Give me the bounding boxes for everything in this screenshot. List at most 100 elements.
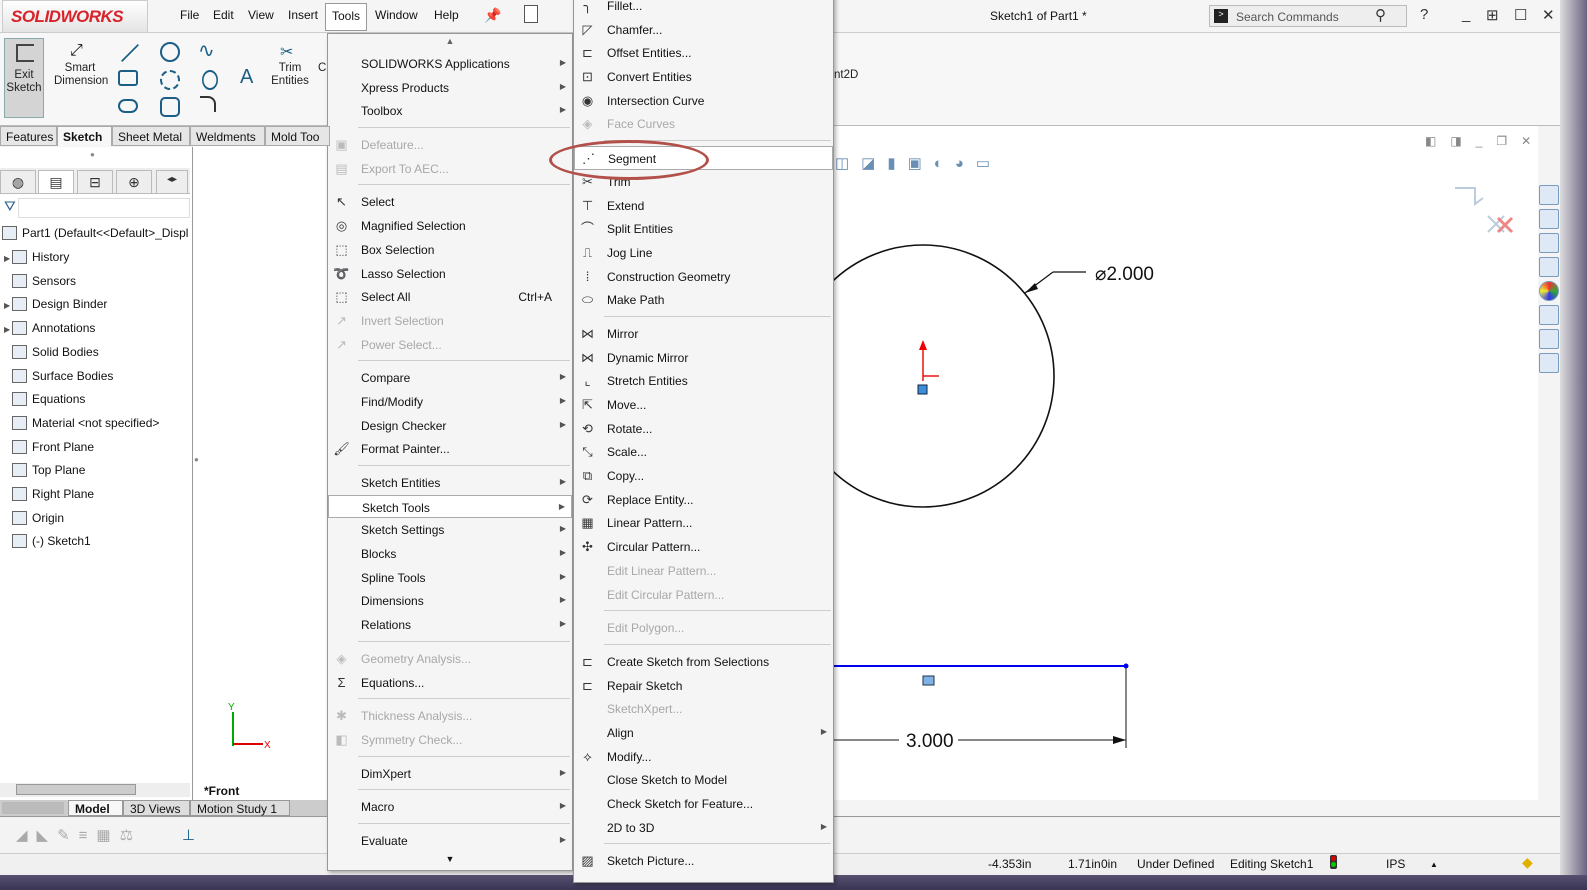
menu-item-construction-geometry[interactable]: ⁞ Construction Geometry <box>574 265 833 289</box>
trim-entities-button[interactable]: Trim Entities <box>268 62 312 88</box>
design-library-icon[interactable] <box>1539 209 1559 229</box>
menu-item-macro[interactable]: Macro ▶ <box>328 795 572 819</box>
tag-icon[interactable]: ◆ <box>1522 854 1533 871</box>
text-icon[interactable]: A <box>240 66 253 89</box>
menu-item-align[interactable]: Align ▶ <box>574 721 833 745</box>
diameter-dimension[interactable]: ⌀2.000 <box>1095 264 1154 285</box>
menu-item-rotate[interactable]: ⟲ Rotate... <box>574 417 833 441</box>
spline-icon[interactable]: ∿ <box>198 38 215 63</box>
menu-item-split-entities[interactable]: ⌒ Split Entities <box>574 217 833 241</box>
property-manager-tab-icon[interactable]: ▤ <box>38 170 74 194</box>
tab-weldments[interactable]: Weldments <box>190 126 265 146</box>
coincident-relation-icon[interactable] <box>917 384 928 395</box>
slot-icon[interactable] <box>118 99 138 113</box>
menu-edit[interactable]: Edit <box>213 8 234 22</box>
menu-item-stretch-entities[interactable]: ⌞ Stretch Entities <box>574 369 833 393</box>
menu-item-convert-entities[interactable]: ⊡ Convert Entities <box>574 65 833 89</box>
unit-menu-arrow-icon[interactable]: ▲ <box>1430 860 1438 869</box>
length-dimension[interactable]: 3.000 <box>906 731 954 752</box>
tree-item-design-binder[interactable]: ▶ Design Binder <box>0 292 192 316</box>
feature-manager-tab-icon[interactable]: ◍ <box>0 170 36 194</box>
tile-icon[interactable]: ⊞ <box>1486 6 1499 24</box>
expand-arrow-icon[interactable]: ▶ <box>0 254 12 263</box>
menu-scroll-down-icon[interactable]: ▼ <box>328 854 572 868</box>
menu-item-select-all[interactable]: ⬚ Select All Ctrl+A <box>328 285 572 309</box>
menu-item-relations[interactable]: Relations ▶ <box>328 613 572 637</box>
menu-window[interactable]: Window <box>375 8 418 22</box>
tree-item-material-not-specified[interactable]: Material <not specified> <box>0 411 192 435</box>
menu-item-make-path[interactable]: ⬭ Make Path <box>574 288 833 312</box>
file-explorer-icon[interactable] <box>1539 233 1559 253</box>
configuration-manager-tab-icon[interactable]: ⊟ <box>77 170 113 194</box>
solidworks-resources-icon[interactable] <box>1539 329 1559 349</box>
sketch-fillet-icon[interactable] <box>200 96 216 112</box>
menu-item-jog-line[interactable]: ⎍ Jog Line <box>574 241 833 265</box>
tree-item-annotations[interactable]: ▶ Annotations <box>0 316 192 340</box>
menu-item-design-checker[interactable]: Design Checker ▶ <box>328 414 572 438</box>
menu-item-copy[interactable]: ⧉ Copy... <box>574 464 833 488</box>
menu-item-check-sketch-for-feature[interactable]: Check Sketch for Feature... <box>574 792 833 816</box>
tree-item-sensors[interactable]: Sensors <box>0 269 192 293</box>
tree-item-surface-bodies[interactable]: Surface Bodies <box>0 364 192 388</box>
menu-item-solidworks-applications[interactable]: SOLIDWORKS Applications ▶ <box>328 52 572 76</box>
confirmation-corner-icon[interactable] <box>1455 187 1505 233</box>
menu-item-dimxpert[interactable]: DimXpert ▶ <box>328 762 572 786</box>
horizontal-relation-icon[interactable] <box>922 675 935 686</box>
menu-item-linear-pattern[interactable]: ▦ Linear Pattern... <box>574 511 833 535</box>
solidworks-logo[interactable]: SOLIDWORKS <box>2 0 148 33</box>
tab-mold-too[interactable]: Mold Too <box>265 126 330 146</box>
bottom-tab-motion-study-1[interactable]: Motion Study 1 <box>190 800 290 816</box>
forum-icon[interactable] <box>1539 353 1559 373</box>
menu-item-dynamic-mirror[interactable]: ⋈ Dynamic Mirror <box>574 346 833 370</box>
dimxpert-manager-tab-icon[interactable]: ⊕ <box>116 170 152 194</box>
menu-help[interactable]: Help <box>434 8 459 22</box>
tree-item-sketch1[interactable]: (-) Sketch1 <box>0 529 192 553</box>
menu-tools[interactable]: Tools <box>325 3 367 31</box>
tree-item-solid-bodies[interactable]: Solid Bodies <box>0 340 192 364</box>
tree-item-equations[interactable]: Equations <box>0 387 192 411</box>
search-icon[interactable]: ⚲ <box>1375 6 1386 24</box>
tree-item-top-plane[interactable]: Top Plane <box>0 458 192 482</box>
tree-horizontal-scrollbar[interactable] <box>0 783 190 797</box>
view-palette-icon[interactable] <box>1539 257 1559 277</box>
expand-arrow-icon[interactable]: ▶ <box>0 301 12 310</box>
rebuild-traffic-light-icon[interactable] <box>1330 855 1337 869</box>
polygon-icon[interactable] <box>160 97 180 117</box>
menu-item-create-sketch-from-selections[interactable]: ⊏ Create Sketch from Selections <box>574 650 833 674</box>
menu-item-compare[interactable]: Compare ▶ <box>328 366 572 390</box>
circle-icon[interactable] <box>160 42 180 62</box>
appearances-icon[interactable] <box>1539 281 1559 301</box>
menu-item-chamfer[interactable]: ◸ Chamfer... <box>574 18 833 42</box>
menu-item-move[interactable]: ⇱ Move... <box>574 393 833 417</box>
custom-properties-icon[interactable] <box>1539 305 1559 325</box>
menu-item-lasso-selection[interactable]: ➰ Lasso Selection <box>328 262 572 286</box>
menu-insert[interactable]: Insert <box>288 8 318 22</box>
menu-item-offset-entities[interactable]: ⊏ Offset Entities... <box>574 41 833 65</box>
menu-item-box-selection[interactable]: ⬚ Box Selection <box>328 238 572 262</box>
quick-snaps-icon[interactable]: ⊥ <box>182 826 195 844</box>
menu-item-extend[interactable]: ⊤ Extend <box>574 194 833 218</box>
help-icon[interactable]: ? <box>1420 6 1428 23</box>
bottom-toolbar-icons[interactable]: ◢◣✎≡▦⚖ <box>16 826 142 844</box>
menu-item-2d-to-3d[interactable]: 2D to 3D ▶ <box>574 816 833 840</box>
menu-item-intersection-curve[interactable]: ◉ Intersection Curve <box>574 89 833 113</box>
tree-root-part1[interactable]: Part1 (Default<<Default>_Displ <box>0 221 192 245</box>
tree-item-front-plane[interactable]: Front Plane <box>0 435 192 459</box>
heads-up-view-toolbar[interactable]: ◫◪▮▣◐◕▭ <box>835 154 1002 172</box>
tab-sheet-metal[interactable]: Sheet Metal <box>112 126 190 146</box>
tree-item-right-plane[interactable]: Right Plane <box>0 482 192 506</box>
expand-arrow-icon[interactable]: ▶ <box>0 325 12 334</box>
menu-view[interactable]: View <box>248 8 274 22</box>
bottom-tab-scroll-arrows[interactable] <box>2 802 64 814</box>
menu-item-toolbox[interactable]: Toolbox ▶ <box>328 99 572 123</box>
menu-item-modify[interactable]: ⟡ Modify... <box>574 745 833 769</box>
panel-splitter-handle[interactable]: ● <box>90 150 95 159</box>
menu-item-find-modify[interactable]: Find/Modify ▶ <box>328 390 572 414</box>
menu-item-sketch-settings[interactable]: Sketch Settings ▶ <box>328 518 572 542</box>
menu-item-close-sketch-to-model[interactable]: Close Sketch to Model <box>574 768 833 792</box>
maximize-icon[interactable]: ☐ <box>1514 6 1527 24</box>
tree-item-origin[interactable]: Origin <box>0 506 192 530</box>
rectangle-icon[interactable] <box>118 70 138 86</box>
menu-item-sketch-entities[interactable]: Sketch Entities ▶ <box>328 471 572 495</box>
pin-icon[interactable]: 📌 <box>484 7 501 24</box>
